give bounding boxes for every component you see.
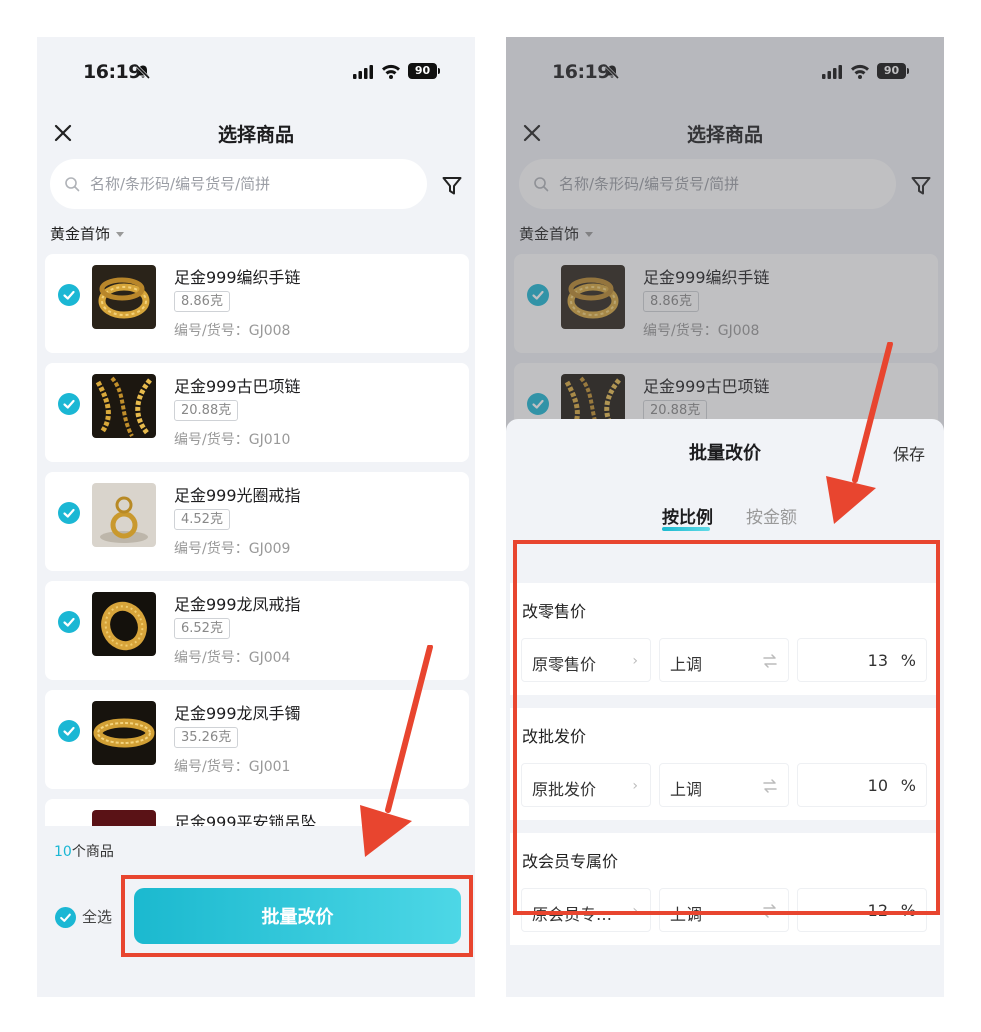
caret-down-icon — [116, 232, 125, 237]
product-name: 足金999龙凤手镯 — [174, 704, 301, 723]
product-card[interactable]: 足金999龙凤戒指 6.52克 编号/货号：GJ004 — [45, 581, 469, 680]
product-image-bangle — [92, 701, 156, 765]
product-name: 足金999龙凤戒指 — [174, 595, 301, 614]
product-name: 足金999平安锁吊坠 — [174, 813, 317, 826]
category-label: 黄金首饰 — [50, 225, 111, 243]
tab-by-amount[interactable]: 按金额 — [746, 503, 797, 528]
battery-tip — [438, 68, 440, 74]
check-icon[interactable] — [58, 284, 80, 306]
product-code: 编号/货号：GJ004 — [174, 650, 291, 666]
product-card[interactable]: 足金999龙凤手镯 35.26克 编号/货号：GJ001 — [45, 690, 469, 789]
sheet-title: 批量改价 — [689, 443, 761, 464]
check-icon[interactable] — [58, 611, 80, 633]
wifi-icon — [382, 64, 400, 79]
category-dropdown[interactable]: 黄金首饰 — [50, 223, 125, 244]
product-card[interactable]: 足金999光圈戒指 4.52克 编号/货号：GJ009 — [45, 472, 469, 571]
product-weight: 4.52克 — [174, 509, 230, 530]
product-name: 足金999光圈戒指 — [174, 486, 301, 505]
product-code: 编号/货号：GJ009 — [174, 541, 291, 557]
select-all-label: 全选 — [82, 908, 113, 926]
check-icon — [55, 907, 76, 928]
tab-underline — [662, 527, 710, 531]
product-list: 足金999编织手链 8.86克 编号/货号：GJ008 足金999古巴项链 20… — [45, 254, 469, 826]
product-card[interactable]: 足金999编织手链 8.86克 编号/货号：GJ008 — [45, 254, 469, 353]
product-count-number: 10 — [54, 844, 72, 860]
select-all-toggle[interactable]: 全选 — [55, 906, 112, 928]
bell-muted-icon — [135, 64, 151, 80]
search-icon — [65, 177, 80, 192]
product-code: 编号/货号：GJ010 — [174, 432, 291, 448]
product-code: 编号/货号：GJ008 — [174, 323, 291, 339]
page-title: 选择商品 — [217, 124, 294, 146]
product-weight: 35.26克 — [174, 727, 239, 748]
product-image-necklace — [92, 374, 156, 438]
left-screen: 16:19 90 选择商品 名称/条形码/编号货号/简拼 黄金首饰 足金999编… — [37, 37, 475, 997]
search-input[interactable] — [90, 169, 410, 199]
check-icon[interactable] — [58, 720, 80, 742]
battery-icon: 90 — [408, 63, 437, 79]
product-code: 编号/货号：GJ001 — [174, 759, 291, 775]
product-weight: 8.86克 — [174, 291, 230, 312]
search-bar[interactable] — [50, 159, 427, 209]
product-card[interactable]: 足金999古巴项链 20.88克 编号/货号：GJ010 — [45, 363, 469, 462]
product-weight: 20.88克 — [174, 400, 239, 421]
product-count-suffix: 个商品 — [71, 844, 114, 860]
product-card[interactable]: 足金999平安锁吊坠 — [45, 799, 469, 826]
check-icon[interactable] — [58, 502, 80, 524]
check-icon[interactable] — [58, 393, 80, 415]
product-image-ring — [92, 483, 156, 547]
product-name: 足金999古巴项链 — [174, 377, 301, 396]
signal-icon — [353, 65, 373, 79]
tab-by-ratio[interactable]: 按比例 — [662, 503, 713, 528]
product-count: 10个商品 — [54, 841, 114, 861]
save-button[interactable]: 保存 — [893, 441, 925, 465]
product-image-bracelet — [92, 265, 156, 329]
product-image-dragon-ring — [92, 592, 156, 656]
filter-icon[interactable] — [441, 175, 463, 197]
highlight-frame-batch-button — [121, 875, 473, 957]
highlight-frame-price-panel — [513, 540, 940, 915]
product-weight: 6.52克 — [174, 618, 230, 639]
status-time: 16:19 — [83, 61, 141, 83]
product-image-pendant — [92, 810, 156, 826]
product-name: 足金999编织手链 — [174, 268, 301, 287]
status-bar: 16:19 90 — [37, 37, 475, 107]
